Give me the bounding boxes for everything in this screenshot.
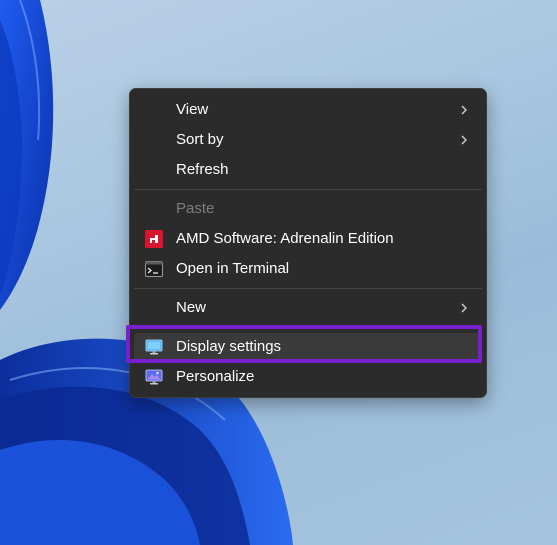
menu-item-label: View bbox=[176, 101, 209, 118]
chevron-right-icon bbox=[461, 105, 467, 115]
menu-item-paste: Paste bbox=[134, 195, 482, 223]
display-settings-highlight-outline bbox=[126, 325, 482, 363]
menu-item-label: Personalize bbox=[176, 368, 255, 385]
menu-item-refresh[interactable]: Refresh bbox=[134, 156, 482, 184]
menu-item-personalize[interactable]: Personalize bbox=[134, 363, 482, 391]
menu-item-label: Sort by bbox=[176, 131, 224, 148]
chevron-right-icon bbox=[461, 303, 467, 313]
menu-item-view[interactable]: View bbox=[134, 96, 482, 124]
terminal-icon bbox=[145, 261, 163, 277]
menu-item-label: Refresh bbox=[176, 161, 229, 178]
amd-icon bbox=[145, 230, 163, 248]
desktop-background[interactable]: View Sort by Refresh Paste AMD Software:… bbox=[0, 0, 557, 545]
personalize-icon bbox=[145, 369, 163, 385]
menu-item-amd-software[interactable]: AMD Software: Adrenalin Edition bbox=[134, 225, 482, 253]
menu-item-new[interactable]: New bbox=[134, 294, 482, 322]
menu-item-label: Open in Terminal bbox=[176, 260, 290, 277]
menu-separator bbox=[134, 288, 482, 289]
chevron-right-icon bbox=[461, 135, 467, 145]
menu-item-open-in-terminal[interactable]: Open in Terminal bbox=[134, 255, 482, 283]
menu-item-label: AMD Software: Adrenalin Edition bbox=[176, 230, 394, 247]
menu-item-label: New bbox=[176, 299, 207, 316]
menu-item-label: Paste bbox=[176, 200, 215, 217]
menu-separator bbox=[134, 189, 482, 190]
menu-item-sort-by[interactable]: Sort by bbox=[134, 126, 482, 154]
